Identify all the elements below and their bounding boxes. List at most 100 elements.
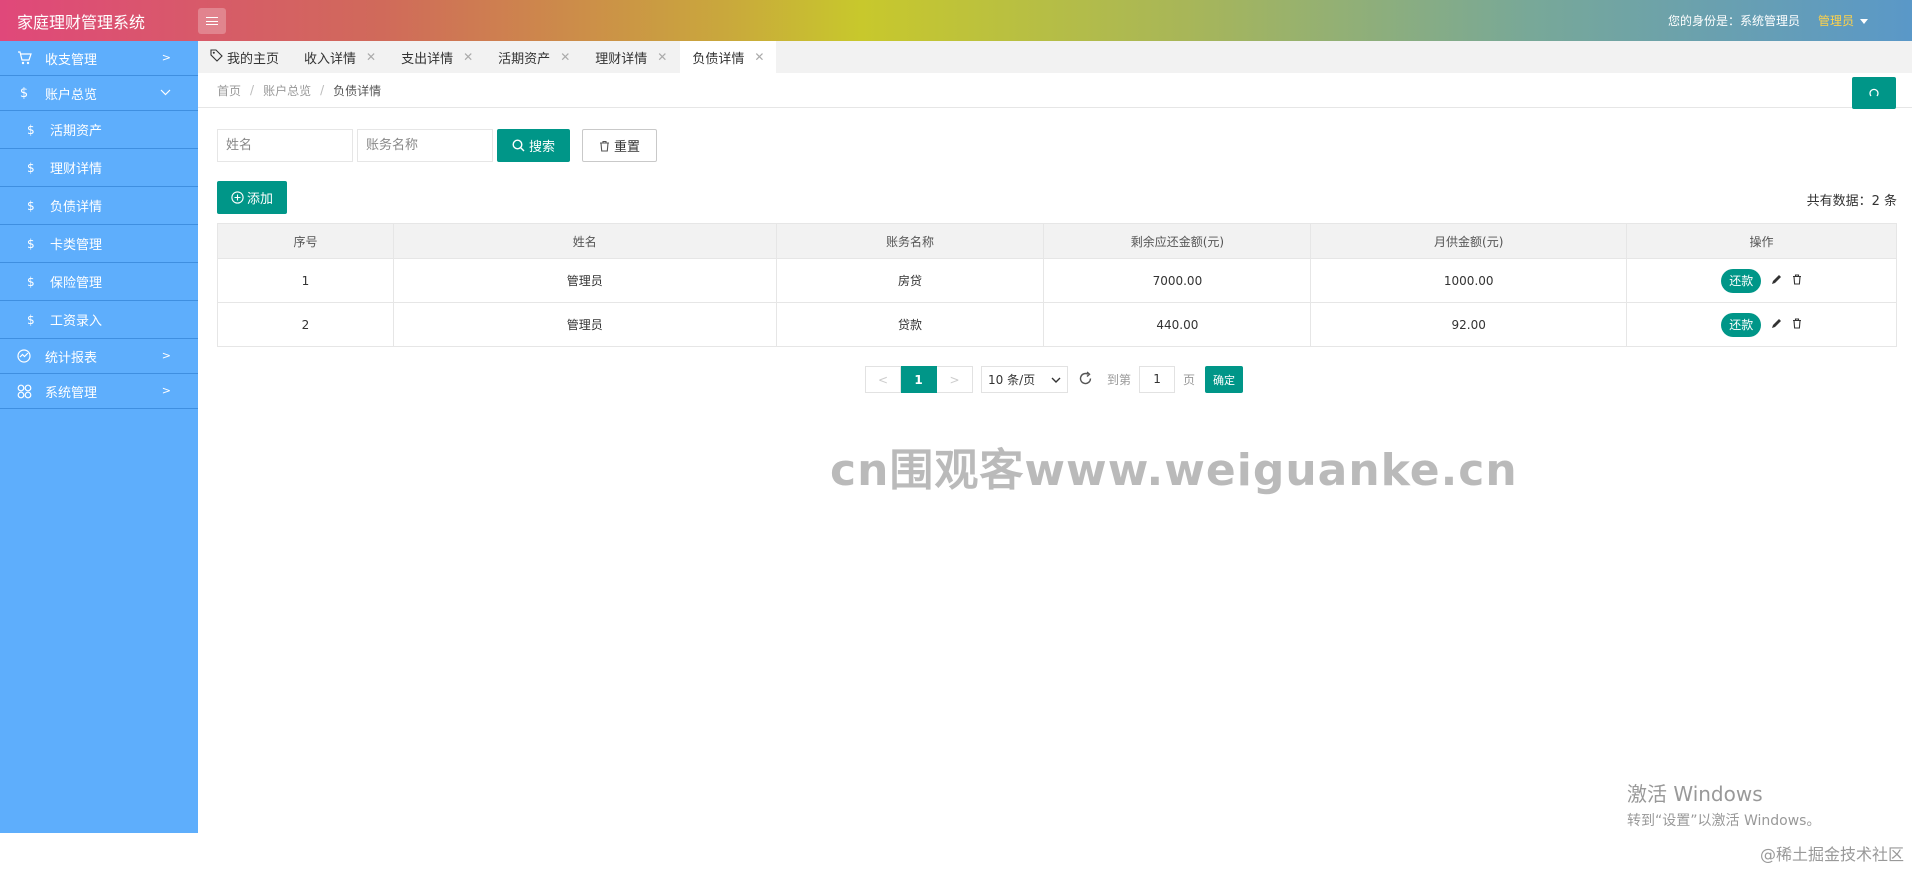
repay-button[interactable]: 还款: [1721, 268, 1762, 293]
tab-label: 支出详情: [401, 51, 454, 67]
delete-icon[interactable]: [1792, 317, 1802, 332]
tab-home[interactable]: 我的主页: [198, 41, 293, 73]
cell-account: 贷款: [775, 302, 1045, 347]
close-icon[interactable]: ✕: [560, 50, 570, 64]
sidebar-item-system[interactable]: 系统管理 >: [0, 374, 198, 409]
top-header: 家庭理财管理系统 您的身份是：系统管理员 管理员: [0, 0, 1912, 41]
table-row: 1 管理员 房贷 7000.00 1000.00 还款: [217, 258, 1897, 303]
sidebar-item-debt-details[interactable]: $ 负债详情: [0, 187, 198, 225]
breadcrumb-home[interactable]: 首页: [217, 82, 241, 99]
goto-label: 到第: [1107, 373, 1132, 387]
delete-icon[interactable]: [1792, 273, 1802, 288]
goto-page-input[interactable]: 1: [1139, 366, 1176, 393]
record-count: 共有数据：2 条: [1806, 194, 1897, 209]
dollar-icon: $: [27, 198, 35, 213]
name-search-input[interactable]: [217, 129, 353, 162]
cell-account: 房贷: [775, 258, 1045, 303]
account-search-input[interactable]: [357, 129, 493, 162]
reset-button-label: 重置: [614, 140, 641, 155]
sidebar-item-label: 统计报表: [45, 350, 98, 366]
close-icon[interactable]: ✕: [366, 50, 376, 64]
sidebar-item-income-expense[interactable]: 收支管理 >: [0, 41, 198, 76]
edit-icon[interactable]: [1771, 318, 1782, 332]
close-icon[interactable]: ✕: [754, 50, 764, 64]
sidebar-item-label: 卡类管理: [50, 238, 103, 253]
header-right: 您的身份是：系统管理员 管理员: [1668, 12, 1912, 29]
sidebar-item-label: 理财详情: [50, 162, 103, 177]
menu-toggle-button[interactable]: [198, 7, 226, 34]
chevron-right-icon: >: [161, 384, 171, 397]
identity-text: 您的身份是：系统管理员: [1667, 14, 1800, 28]
sidebar-item-salary[interactable]: $ 工资录入: [0, 301, 198, 339]
goto-confirm-button[interactable]: 确定: [1205, 366, 1244, 393]
tab-bar: 我的主页 收入详情 ✕ 支出详情 ✕ 活期资产 ✕ 理财详情 ✕ 负债详情 ✕: [198, 41, 1912, 73]
tab-label: 理财详情: [595, 51, 648, 67]
sidebar-item-current-assets[interactable]: $ 活期资产: [0, 111, 198, 149]
reset-button[interactable]: 重置: [582, 129, 658, 162]
chevron-down-icon: [160, 86, 171, 99]
pagination: < 1 > 10 条/页 到第 1 页 确定: [865, 366, 1244, 393]
footer-watermark: @稀土掘金技术社区: [1759, 845, 1904, 864]
tab-label: 负债详情: [692, 51, 745, 67]
repay-button[interactable]: 还款: [1721, 312, 1762, 337]
close-icon[interactable]: ✕: [657, 50, 667, 64]
add-button-label: 添加: [247, 192, 274, 207]
close-icon[interactable]: ✕: [463, 50, 473, 64]
page-size-value: 10 条/页: [988, 373, 1036, 387]
user-name: 管理员: [1817, 14, 1854, 28]
chevron-right-icon: >: [161, 349, 171, 362]
app-title: 家庭理财管理系统: [17, 12, 146, 32]
sidebar-item-reports[interactable]: 统计报表 >: [0, 339, 198, 374]
page-1-button[interactable]: 1: [901, 366, 937, 393]
cell-index: 1: [217, 258, 394, 303]
chart-icon: [16, 348, 32, 364]
chevron-down-icon: [1051, 377, 1061, 383]
sidebar: 收支管理 > $ 账户总览 $ 活期资产 $ 理财详情 $ 负债详情 $ 卡类管…: [0, 41, 198, 833]
sidebar-item-label: 负债详情: [50, 200, 103, 215]
sidebar-item-finance-details[interactable]: $ 理财详情: [0, 149, 198, 187]
cell-name: 管理员: [392, 302, 777, 347]
breadcrumb-account-overview[interactable]: 账户总览: [263, 82, 311, 99]
sidebar-item-account-overview[interactable]: $ 账户总览: [0, 76, 198, 111]
dollar-icon: $: [27, 122, 35, 137]
tab-finance-details[interactable]: 理财详情 ✕: [583, 41, 681, 73]
cell-actions: 还款: [1626, 302, 1897, 347]
page-refresh-button[interactable]: [1852, 77, 1896, 109]
refresh-icon: [1869, 88, 1879, 97]
main-content: 我的主页 收入详情 ✕ 支出详情 ✕ 活期资产 ✕ 理财详情 ✕ 负债详情 ✕ …: [198, 41, 1912, 833]
dollar-icon: $: [27, 160, 35, 175]
dollar-icon: $: [27, 312, 35, 327]
add-button[interactable]: 添加: [217, 181, 288, 214]
windows-activation-notice: 激活 Windows 转到“设置”以激活 Windows。: [1627, 778, 1820, 830]
sidebar-item-label: 工资录入: [50, 314, 103, 329]
caret-down-icon: [1860, 19, 1868, 24]
table-header-row: 序号 姓名 账务名称 剩余应还金额(元) 月供金额(元) 操作: [217, 223, 1897, 259]
sidebar-item-label: 活期资产: [50, 124, 103, 139]
column-header: 操作: [1626, 223, 1897, 259]
tab-expense-details[interactable]: 支出详情 ✕: [389, 41, 487, 73]
tab-income-details[interactable]: 收入详情 ✕: [292, 41, 390, 73]
sidebar-item-cards[interactable]: $ 卡类管理: [0, 225, 198, 263]
site-watermark: cn围观客www.weiguanke.cn: [830, 445, 1518, 496]
cell-remaining: 7000.00: [1043, 258, 1312, 303]
page-size-select[interactable]: 10 条/页: [981, 366, 1068, 393]
sidebar-item-label: 账户总览: [45, 87, 98, 103]
sidebar-item-insurance[interactable]: $ 保险管理: [0, 263, 198, 301]
next-page-button[interactable]: >: [937, 366, 973, 393]
tab-debt-details[interactable]: 负债详情 ✕: [680, 41, 778, 73]
cell-index: 2: [217, 302, 394, 347]
breadcrumb: 首页 / 账户总览 / 负债详情: [198, 73, 1912, 108]
user-menu[interactable]: 管理员: [1818, 12, 1868, 29]
prev-page-button[interactable]: <: [865, 366, 901, 393]
activation-title: 激活 Windows: [1627, 782, 1763, 806]
pager-refresh-icon[interactable]: [1078, 370, 1093, 389]
column-header: 账务名称: [775, 223, 1045, 259]
breadcrumb-separator: /: [250, 83, 255, 97]
search-button[interactable]: 搜索: [497, 129, 571, 162]
tab-current-assets[interactable]: 活期资产 ✕: [486, 41, 584, 73]
activation-subtitle: 转到“设置”以激活 Windows。: [1627, 813, 1821, 829]
chevron-right-icon: >: [161, 51, 171, 64]
edit-icon[interactable]: [1771, 274, 1782, 288]
debt-table: 序号 姓名 账务名称 剩余应还金额(元) 月供金额(元) 操作 1 管理员 房贷…: [217, 223, 1897, 347]
plus-circle-icon: [231, 191, 244, 204]
